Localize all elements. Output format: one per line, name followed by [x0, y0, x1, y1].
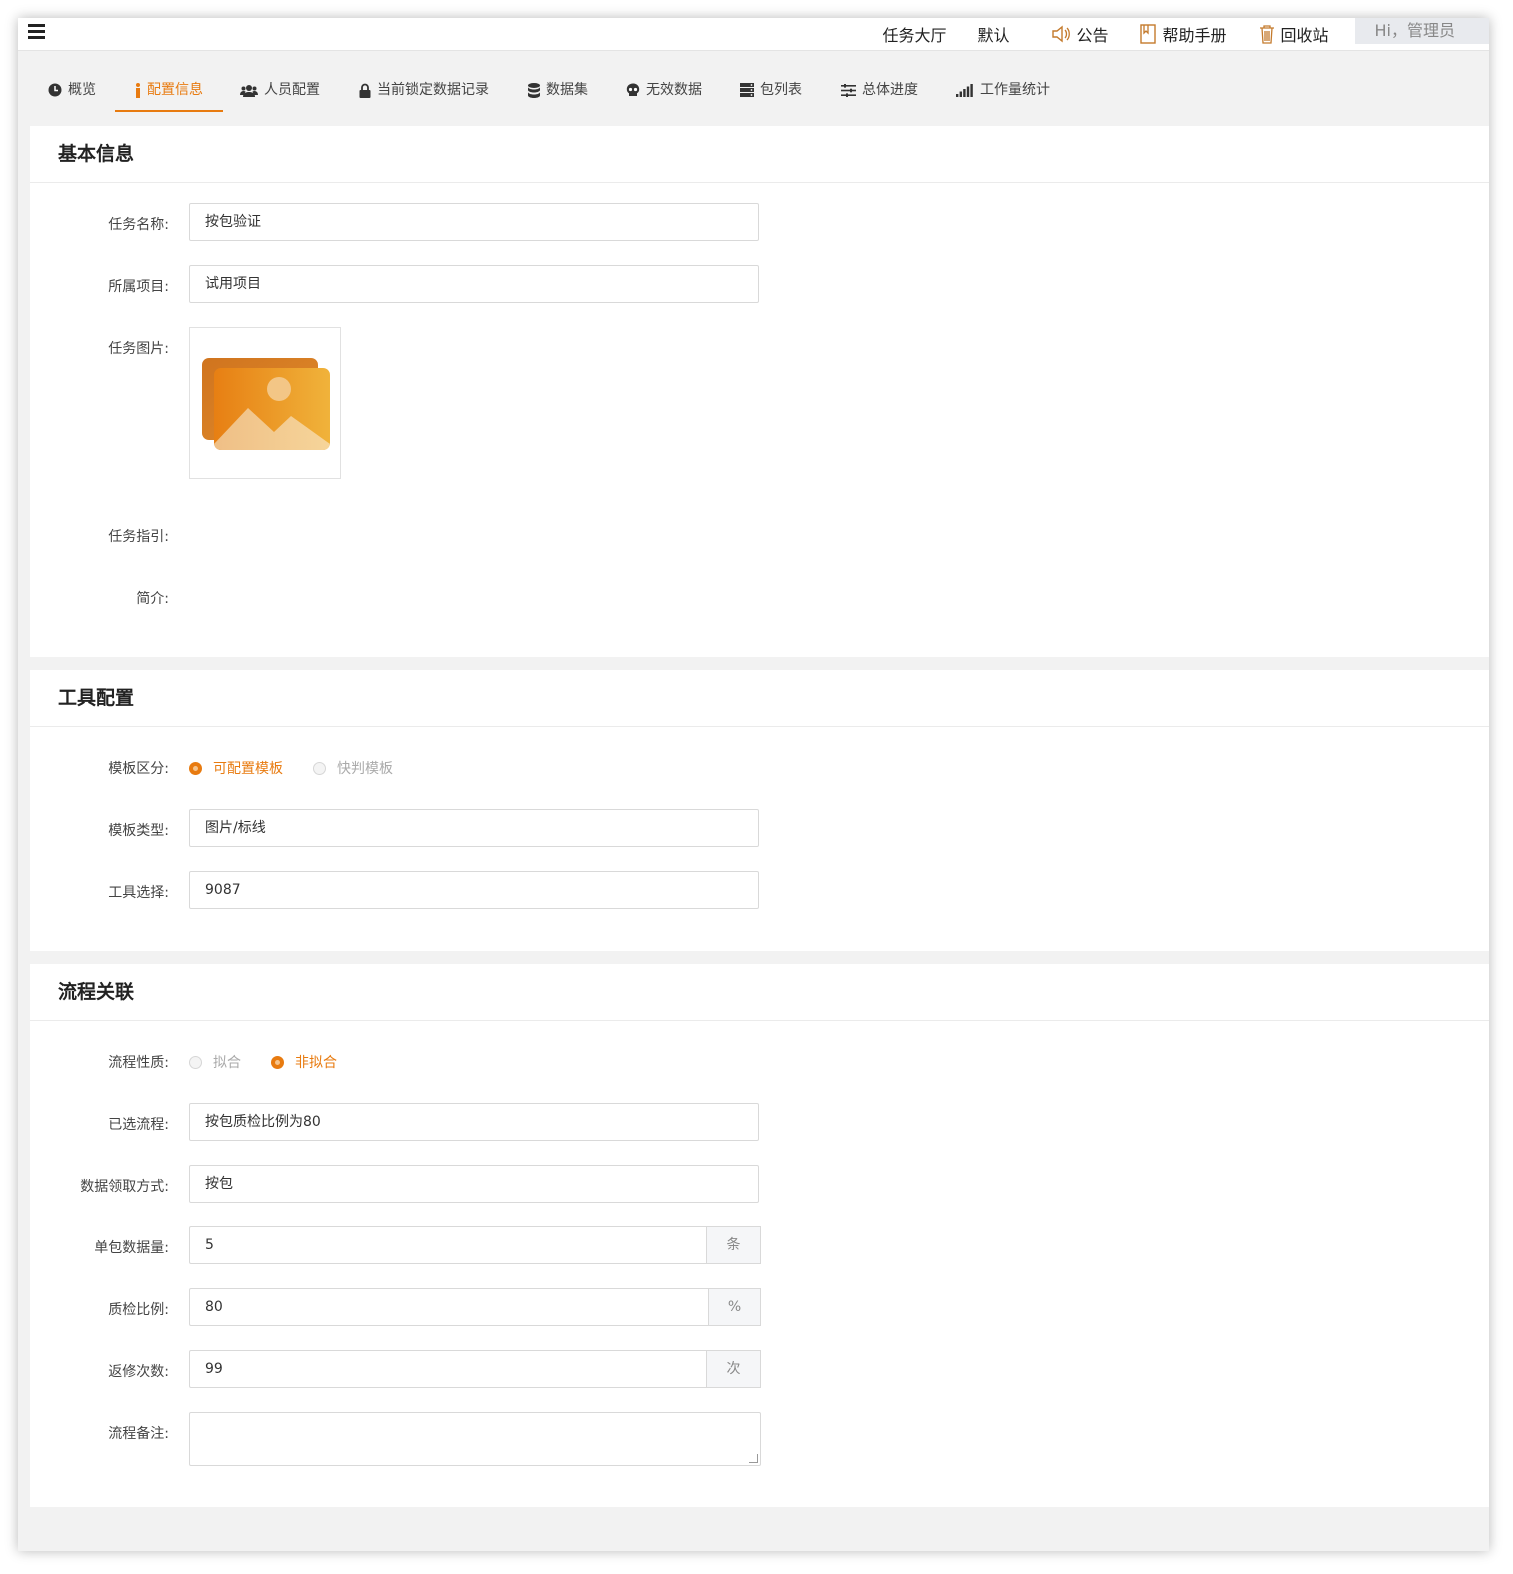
field-label: 工具选择: — [108, 885, 169, 901]
tab-invalid-data[interactable]: 无效数据 — [626, 70, 702, 110]
tab-workload-stats[interactable]: 工作量统计 — [956, 70, 1050, 110]
selected-flow-input[interactable]: 按包质检比例为80 — [189, 1103, 759, 1141]
menu-icon[interactable] — [28, 21, 45, 42]
field-label: 质检比例: — [108, 1302, 169, 1318]
task-image-thumbnail[interactable] — [189, 327, 341, 479]
tab-overall-progress[interactable]: 总体进度 — [841, 70, 918, 110]
radio-dot — [271, 1055, 284, 1069]
top-nav: 任务大厅 默认 公告 帮助手册 回收站 Hi，管理员 — [882, 18, 1489, 50]
task-name-input[interactable]: 按包验证 — [189, 203, 759, 241]
lock-icon — [359, 83, 371, 98]
topnav-task-hall[interactable]: 任务大厅 — [882, 22, 946, 46]
info-icon — [135, 82, 141, 98]
pack-size-input[interactable]: 5 — [189, 1226, 706, 1264]
database-icon — [528, 82, 540, 98]
skull-icon — [626, 83, 640, 97]
signal-icon — [956, 83, 974, 97]
field-label: 简介: — [136, 591, 169, 607]
topnav-help-manual[interactable]: 帮助手册 — [1139, 22, 1227, 46]
basic-info-card: 基本信息 任务名称: 按包验证 所属项目: 试用项目 任务图片: 任务指引: 简… — [30, 126, 1489, 657]
tab-locked-records[interactable]: 当前锁定数据记录 — [359, 70, 489, 110]
tool-select-input[interactable]: 9087 — [189, 871, 759, 909]
field-label: 模板类型: — [108, 823, 169, 839]
user-greeting[interactable]: Hi，管理员 — [1354, 18, 1489, 44]
radio-non-fit[interactable]: 非拟合 — [271, 1052, 337, 1072]
card-title: 流程关联 — [30, 964, 1489, 1021]
field-label: 模板区分: — [108, 761, 169, 777]
field-label: 任务图片: — [108, 341, 169, 357]
topnav-announcement[interactable]: 公告 — [1051, 22, 1108, 46]
rework-count-input[interactable]: 99 — [189, 1350, 706, 1388]
flow-nature-radio-group: 拟合 非拟合 — [189, 1052, 367, 1072]
field-label: 任务名称: — [108, 217, 169, 233]
radio-dot — [313, 761, 326, 775]
radio-dot — [189, 1055, 202, 1069]
flow-note-textarea[interactable] — [189, 1412, 761, 1466]
card-title: 基本信息 — [30, 126, 1489, 183]
field-label: 返修次数: — [108, 1364, 169, 1380]
topnav-recycle-bin[interactable]: 回收站 — [1258, 22, 1329, 46]
field-label: 流程备注: — [108, 1426, 169, 1442]
field-label: 已选流程: — [108, 1117, 169, 1133]
flow-card: 流程关联 流程性质: 拟合 非拟合 已选流程: 按包质检比例为80 数据领取方式… — [30, 964, 1489, 1507]
radio-quick-judge-template[interactable]: 快判模板 — [313, 758, 393, 778]
field-label: 流程性质: — [108, 1055, 169, 1071]
users-icon — [240, 84, 258, 97]
template-kind-radio-group: 可配置模板 快判模板 — [189, 758, 423, 778]
top-bar: 任务大厅 默认 公告 帮助手册 回收站 Hi，管理员 — [18, 18, 1489, 51]
qc-ratio-unit: % — [708, 1288, 761, 1326]
tab-package-list[interactable]: 包列表 — [740, 70, 802, 110]
field-label: 数据领取方式: — [80, 1179, 169, 1195]
clock-icon — [48, 83, 62, 97]
tool-config-card: 工具配置 模板区分: 可配置模板 快判模板 模板类型: 图片/标线 工具选择: … — [30, 670, 1489, 951]
speaker-icon — [1051, 25, 1071, 43]
tab-overview[interactable]: 概览 — [48, 70, 96, 110]
tab-personnel[interactable]: 人员配置 — [240, 70, 320, 110]
radio-configurable-template[interactable]: 可配置模板 — [189, 758, 283, 778]
bookmark-icon — [1139, 24, 1157, 44]
project-input[interactable]: 试用项目 — [189, 265, 759, 303]
sliders-icon — [841, 83, 856, 97]
tab-config-info[interactable]: 配置信息 — [115, 70, 223, 112]
fetch-mode-input[interactable]: 按包 — [189, 1165, 759, 1203]
field-label: 任务指引: — [108, 529, 169, 545]
field-label: 单包数据量: — [94, 1240, 169, 1256]
qc-ratio-input[interactable]: 80 — [189, 1288, 708, 1326]
topnav-default[interactable]: 默认 — [977, 22, 1009, 46]
pack-size-unit: 条 — [706, 1226, 761, 1264]
tab-bar: 概览 配置信息 人员配置 当前锁定数据记录 数据集 无效数据 包列表 总体进度 — [18, 70, 1489, 112]
radio-fit[interactable]: 拟合 — [189, 1052, 241, 1072]
radio-dot — [189, 761, 202, 775]
card-title: 工具配置 — [30, 670, 1489, 727]
image-placeholder-icon — [202, 358, 330, 450]
tab-dataset[interactable]: 数据集 — [528, 70, 588, 110]
server-icon — [740, 83, 754, 97]
template-type-input[interactable]: 图片/标线 — [189, 809, 759, 847]
rework-count-unit: 次 — [706, 1350, 761, 1388]
app-window: 任务大厅 默认 公告 帮助手册 回收站 Hi，管理员 概览 配置信息 人员配置 … — [18, 18, 1489, 1551]
field-label: 所属项目: — [108, 279, 169, 295]
resize-handle[interactable] — [749, 1454, 758, 1463]
trash-icon — [1258, 24, 1276, 44]
